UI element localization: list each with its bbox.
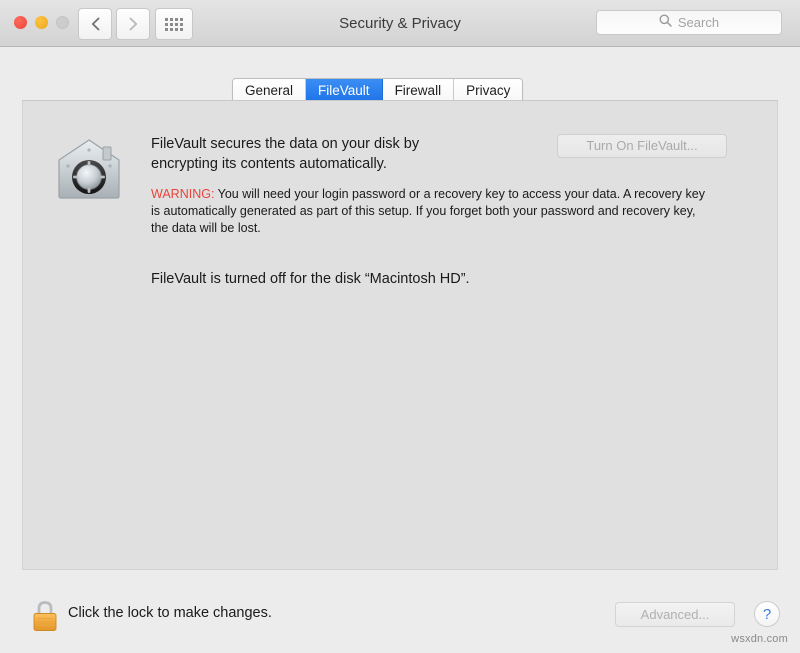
- closed-padlock-icon[interactable]: [30, 598, 60, 634]
- filevault-vault-icon: [53, 133, 125, 205]
- window-titlebar: Security & Privacy Search: [0, 0, 800, 47]
- warning-label: WARNING:: [151, 187, 215, 201]
- filevault-status-text: FileVault is turned off for the disk “Ma…: [151, 271, 470, 287]
- lock-hint-text: Click the lock to make changes.: [68, 605, 272, 621]
- minimize-window-button[interactable]: [35, 16, 48, 29]
- watermark-text: wsxdn.com: [731, 633, 788, 645]
- search-input[interactable]: Search: [596, 10, 782, 35]
- back-button[interactable]: [78, 8, 112, 40]
- filevault-description: FileVault secures the data on your disk …: [151, 136, 420, 172]
- search-icon: [659, 14, 672, 32]
- forward-button[interactable]: [116, 8, 150, 40]
- navigation-button-group: [78, 8, 150, 40]
- close-window-button[interactable]: [14, 16, 27, 29]
- preferences-bottom-bar: Click the lock to make changes. Advanced…: [0, 585, 800, 653]
- advanced-button[interactable]: Advanced...: [615, 602, 735, 627]
- grid-icon: [165, 17, 183, 31]
- traffic-light-group: [14, 16, 69, 29]
- show-all-button[interactable]: [155, 8, 193, 40]
- chevron-right-icon: [129, 17, 138, 31]
- zoom-window-button[interactable]: [56, 16, 69, 29]
- filevault-content-panel: FileVault secures the data on your disk …: [22, 100, 778, 570]
- search-placeholder-text: Search: [677, 15, 720, 30]
- turn-on-filevault-button[interactable]: Turn On FileVault...: [557, 134, 727, 158]
- filevault-warning-text: WARNING: You will need your login passwo…: [151, 186, 713, 237]
- warning-body: You will need your login password or a r…: [151, 187, 705, 235]
- chevron-left-icon: [91, 17, 100, 31]
- system-preferences-window: Security & Privacy Search General FileVa…: [0, 0, 800, 653]
- help-button[interactable]: ?: [754, 601, 780, 627]
